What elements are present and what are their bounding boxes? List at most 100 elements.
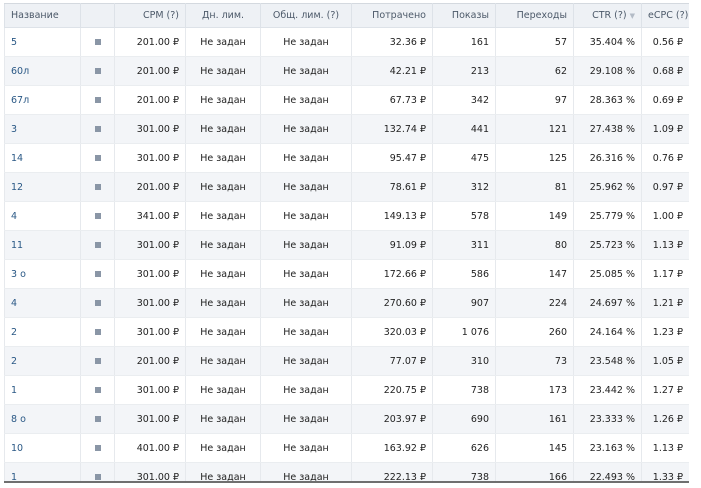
ad-name-cell[interactable]: 67л	[4, 85, 81, 115]
column-header-impressions[interactable]: Показы	[432, 3, 496, 28]
ctr-value: 26.316 %	[589, 152, 635, 164]
sort-down-icon[interactable]: ▼	[630, 12, 635, 20]
ad-name-link[interactable]: 2	[11, 327, 17, 338]
ad-name-cell[interactable]: 60л	[4, 56, 81, 86]
ad-name-cell[interactable]: 14	[4, 143, 81, 173]
table-row[interactable]: 10 401.00 ₽ Не задан Не задан 163.92 ₽ 626 145…	[4, 433, 689, 463]
column-header-name-label[interactable]: Название	[11, 10, 59, 21]
total-limit-value: Не задан	[283, 326, 329, 338]
ctr-value: 23.548 %	[589, 355, 635, 367]
table-row[interactable]: 4 301.00 ₽ Не задан Не задан 270.60 ₽ 907 224 2…	[4, 288, 689, 318]
stop-square-icon[interactable]	[94, 271, 101, 277]
spent-cell: 220.75 ₽	[351, 375, 433, 405]
total-limit-cell: Не задан	[260, 114, 352, 144]
table-row[interactable]: 67л 201.00 ₽ Не задан Не задан 67.73 ₽ 342 97 2…	[4, 85, 689, 115]
table-row[interactable]: 2 301.00 ₽ Не задан Не задан 320.03 ₽ 1 076 26…	[4, 317, 689, 347]
stop-square-icon[interactable]	[94, 155, 101, 161]
column-header-spent[interactable]: Потрачено	[351, 3, 433, 28]
table-row[interactable]: 8 о 301.00 ₽ Не задан Не задан 203.97 ₽ 690 16…	[4, 404, 689, 434]
ad-name-cell[interactable]: 4	[4, 288, 81, 318]
ad-name-cell[interactable]: 2	[4, 346, 81, 376]
ad-name-cell[interactable]: 2	[4, 317, 81, 347]
column-header-name[interactable]: Название	[4, 3, 81, 28]
table-row[interactable]: 2 201.00 ₽ Не задан Не задан 77.07 ₽ 310 73 23.…	[4, 346, 689, 376]
ad-name-link[interactable]: 10	[11, 443, 23, 454]
table-row[interactable]: 60л 201.00 ₽ Не задан Не задан 42.21 ₽ 213 62 2…	[4, 56, 689, 86]
ad-name-link[interactable]: 4	[11, 211, 17, 222]
impressions-cell: 310	[432, 346, 496, 376]
table-row[interactable]: 12 201.00 ₽ Не задан Не задан 78.61 ₽ 312 81 25…	[4, 172, 689, 202]
ad-name-cell[interactable]: 1	[4, 462, 81, 482]
ad-name-cell[interactable]: 10	[4, 433, 81, 463]
stop-square-icon[interactable]	[94, 97, 101, 103]
ad-name-cell[interactable]: 3 о	[4, 259, 81, 289]
column-header-cpm-label[interactable]: CPM (?)	[143, 10, 179, 21]
ad-name-cell[interactable]: 8 о	[4, 404, 81, 434]
cpm-value: 201.00 ₽	[136, 181, 179, 193]
ad-name-cell[interactable]: 3	[4, 114, 81, 144]
column-header-ecpc-label[interactable]: eCPC (?)	[648, 10, 688, 21]
ad-name-link[interactable]: 5	[11, 37, 17, 48]
spent-value: 67.73 ₽	[389, 94, 426, 106]
ad-name-link[interactable]: 4	[11, 298, 17, 309]
column-header-total-limit[interactable]: Общ. лим. (?)	[260, 3, 352, 28]
ad-name-cell[interactable]: 12	[4, 172, 81, 202]
ecpc-cell: 0.68 ₽	[641, 56, 689, 86]
stop-square-icon[interactable]	[94, 126, 101, 132]
stop-square-icon[interactable]	[94, 474, 101, 480]
stop-square-icon[interactable]	[94, 416, 101, 422]
ad-name-link[interactable]: 11	[11, 240, 23, 251]
stop-square-icon[interactable]	[94, 387, 101, 393]
ad-name-cell[interactable]: 11	[4, 230, 81, 260]
spent-cell: 67.73 ₽	[351, 85, 433, 115]
ad-name-link[interactable]: 2	[11, 356, 17, 367]
ad-name-link[interactable]: 67л	[11, 95, 29, 106]
column-header-clicks-label[interactable]: Переходы	[517, 10, 567, 21]
column-header-clicks[interactable]: Переходы	[495, 3, 574, 28]
stop-square-icon[interactable]	[94, 39, 101, 45]
table-row[interactable]: 1 301.00 ₽ Не задан Не задан 220.75 ₽ 738 173 2…	[4, 375, 689, 405]
stop-square-icon[interactable]	[94, 242, 101, 248]
ad-name-cell[interactable]: 4	[4, 201, 81, 231]
stop-square-icon[interactable]	[94, 213, 101, 219]
clicks-cell: 147	[495, 259, 574, 289]
table-row[interactable]: 4 341.00 ₽ Не задан Не задан 149.13 ₽ 578 149 2…	[4, 201, 689, 231]
stop-square-icon[interactable]	[94, 358, 101, 364]
stop-square-icon[interactable]	[94, 184, 101, 190]
total-limit-cell: Не задан	[260, 143, 352, 173]
ad-name-link[interactable]: 3	[11, 124, 17, 135]
stop-square-icon[interactable]	[94, 68, 101, 74]
daily-limit-cell: Не задан	[185, 346, 261, 376]
table-row[interactable]: 5 201.00 ₽ Не задан Не задан 32.36 ₽ 161 57 35.…	[4, 27, 689, 57]
ctr-value: 22.493 %	[589, 471, 635, 483]
stop-square-icon[interactable]	[94, 445, 101, 451]
column-header-ctr[interactable]: CTR (?) ▼	[573, 3, 642, 28]
column-header-spent-label[interactable]: Потрачено	[372, 10, 426, 21]
stop-square-icon[interactable]	[94, 329, 101, 335]
table-row[interactable]: 14 301.00 ₽ Не задан Не задан 95.47 ₽ 475 125 2…	[4, 143, 689, 173]
table-row[interactable]: 3 о 301.00 ₽ Не задан Не задан 172.66 ₽ 586 14…	[4, 259, 689, 289]
table-row[interactable]: 3 301.00 ₽ Не задан Не задан 132.74 ₽ 441 121 2…	[4, 114, 689, 144]
table-row[interactable]: 11 301.00 ₽ Не задан Не задан 91.09 ₽ 311 80 25…	[4, 230, 689, 260]
column-header-ctr-label[interactable]: CTR (?)	[592, 10, 627, 21]
spent-value: 95.47 ₽	[389, 152, 426, 164]
ad-name-cell[interactable]: 1	[4, 375, 81, 405]
ad-name-link[interactable]: 3 о	[11, 269, 26, 280]
ad-name-link[interactable]: 14	[11, 153, 23, 164]
ad-name-link[interactable]: 1	[11, 385, 17, 396]
ad-name-link[interactable]: 8 о	[11, 414, 26, 425]
ad-name-link[interactable]: 60л	[11, 66, 29, 77]
column-header-total-limit-label[interactable]: Общ. лим. (?)	[273, 10, 339, 21]
ad-name-link[interactable]: 12	[11, 182, 23, 193]
cpm-value: 301.00 ₽	[136, 152, 179, 164]
ad-name-cell[interactable]: 5	[4, 27, 81, 57]
table-row[interactable]: 1 301.00 ₽ Не задан Не задан 222.13 ₽ 738 166 2…	[4, 462, 689, 483]
column-header-cpm[interactable]: CPM (?)	[114, 3, 186, 28]
column-header-ecpc[interactable]: eCPC (?)	[641, 3, 689, 28]
column-header-daily-limit-label[interactable]: Дн. лим.	[202, 10, 244, 21]
stop-square-icon[interactable]	[94, 300, 101, 306]
ctr-cell: 25.723 %	[573, 230, 642, 260]
column-header-daily-limit[interactable]: Дн. лим.	[185, 3, 261, 28]
column-header-impressions-label[interactable]: Показы	[452, 10, 489, 21]
ad-name-link[interactable]: 1	[11, 472, 17, 482]
